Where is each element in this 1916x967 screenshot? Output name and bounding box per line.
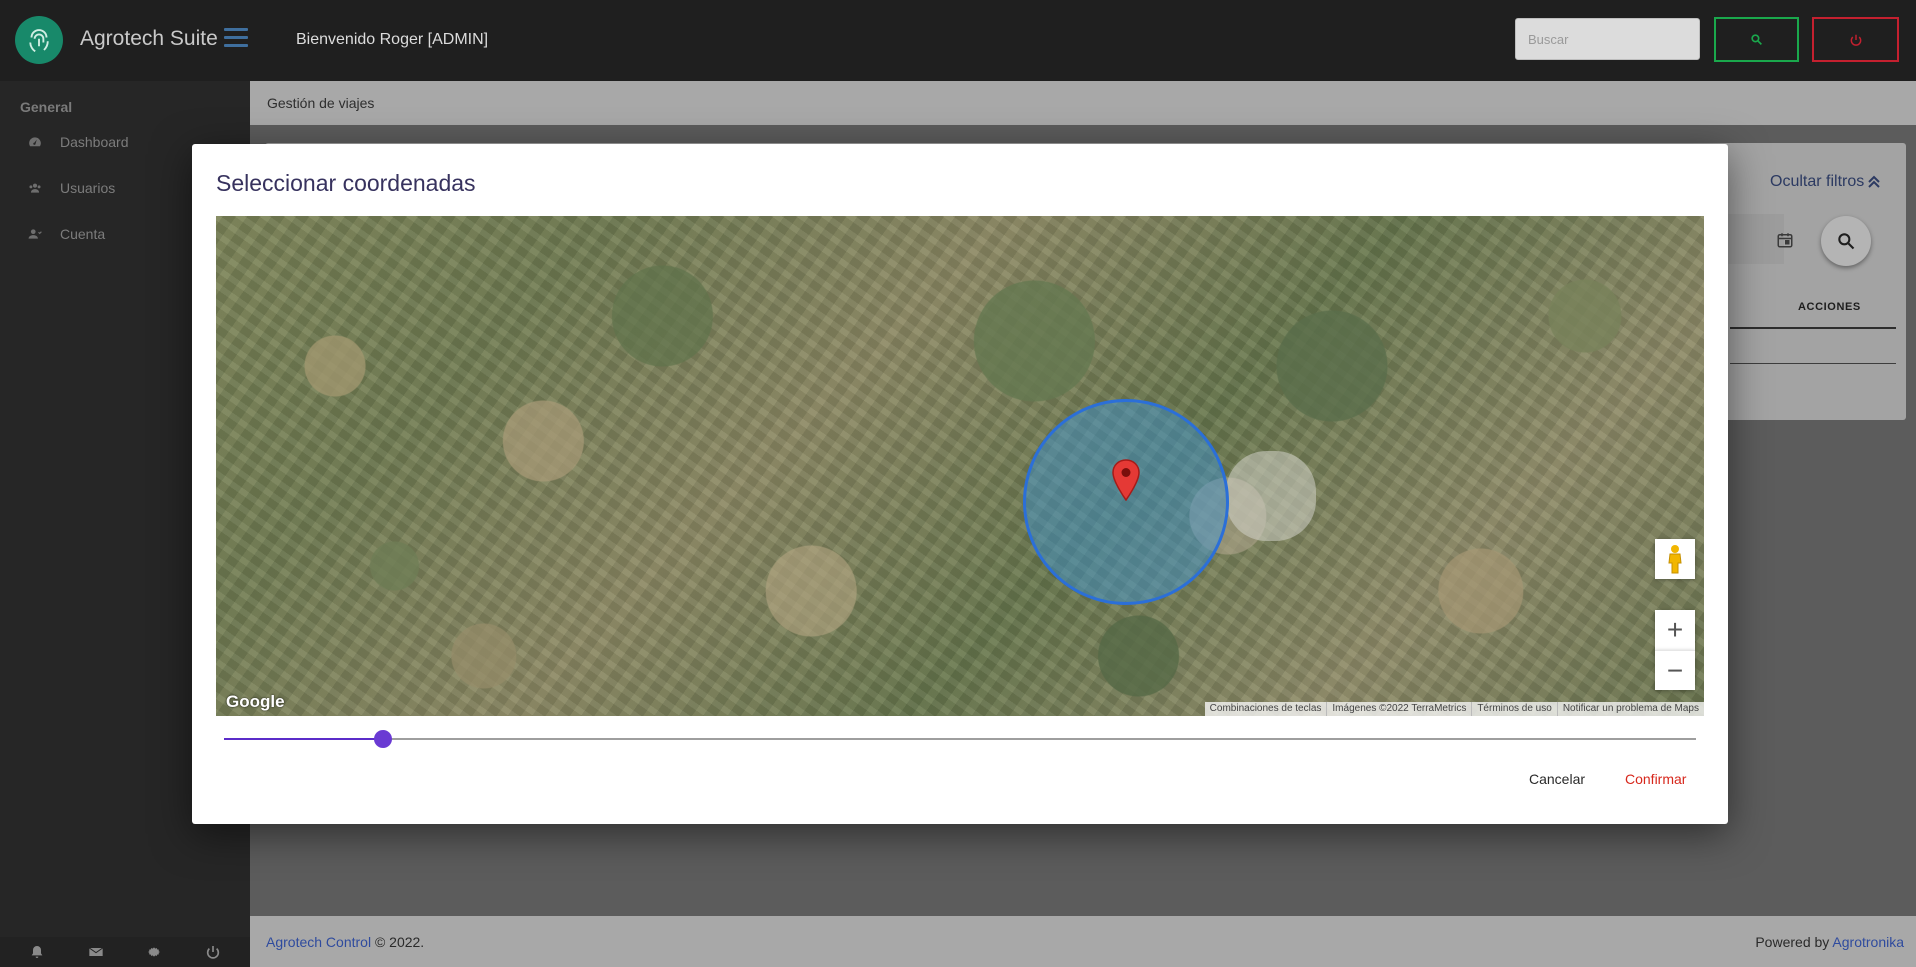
satellite-map[interactable]: + − Google Combinaciones de teclas Imáge… xyxy=(216,216,1704,716)
imagery-credit: Imágenes ©2022 TerraMetrics xyxy=(1326,702,1471,716)
terms-link[interactable]: Términos de uso xyxy=(1471,702,1556,716)
radius-circle[interactable] xyxy=(1023,399,1229,605)
slider-track xyxy=(224,738,383,740)
google-logo: Google xyxy=(226,692,285,711)
zoom-in-button[interactable]: + xyxy=(1655,610,1695,650)
radius-slider[interactable] xyxy=(224,728,1696,750)
slider-thumb[interactable] xyxy=(373,730,392,748)
cancel-button[interactable]: Cancelar xyxy=(1529,771,1585,787)
map-town-area xyxy=(1226,451,1316,541)
pegman-icon xyxy=(1668,545,1682,574)
map-marker-icon[interactable] xyxy=(1111,459,1141,501)
zoom-out-button[interactable]: − xyxy=(1655,650,1695,690)
dialog-title: Seleccionar coordenadas xyxy=(216,170,476,196)
street-view-pegman-button[interactable] xyxy=(1655,539,1695,579)
map-attribution: Combinaciones de teclas Imágenes ©2022 T… xyxy=(1204,702,1704,716)
report-problem-link[interactable]: Notificar un problema de Maps xyxy=(1556,702,1704,716)
select-coordinates-dialog: Seleccionar coordenadas + − Google Combi… xyxy=(192,144,1728,824)
confirm-button[interactable]: Confirmar xyxy=(1625,771,1686,787)
slider-rail xyxy=(224,738,1696,740)
keyboard-shortcuts-link[interactable]: Combinaciones de teclas xyxy=(1205,702,1327,716)
